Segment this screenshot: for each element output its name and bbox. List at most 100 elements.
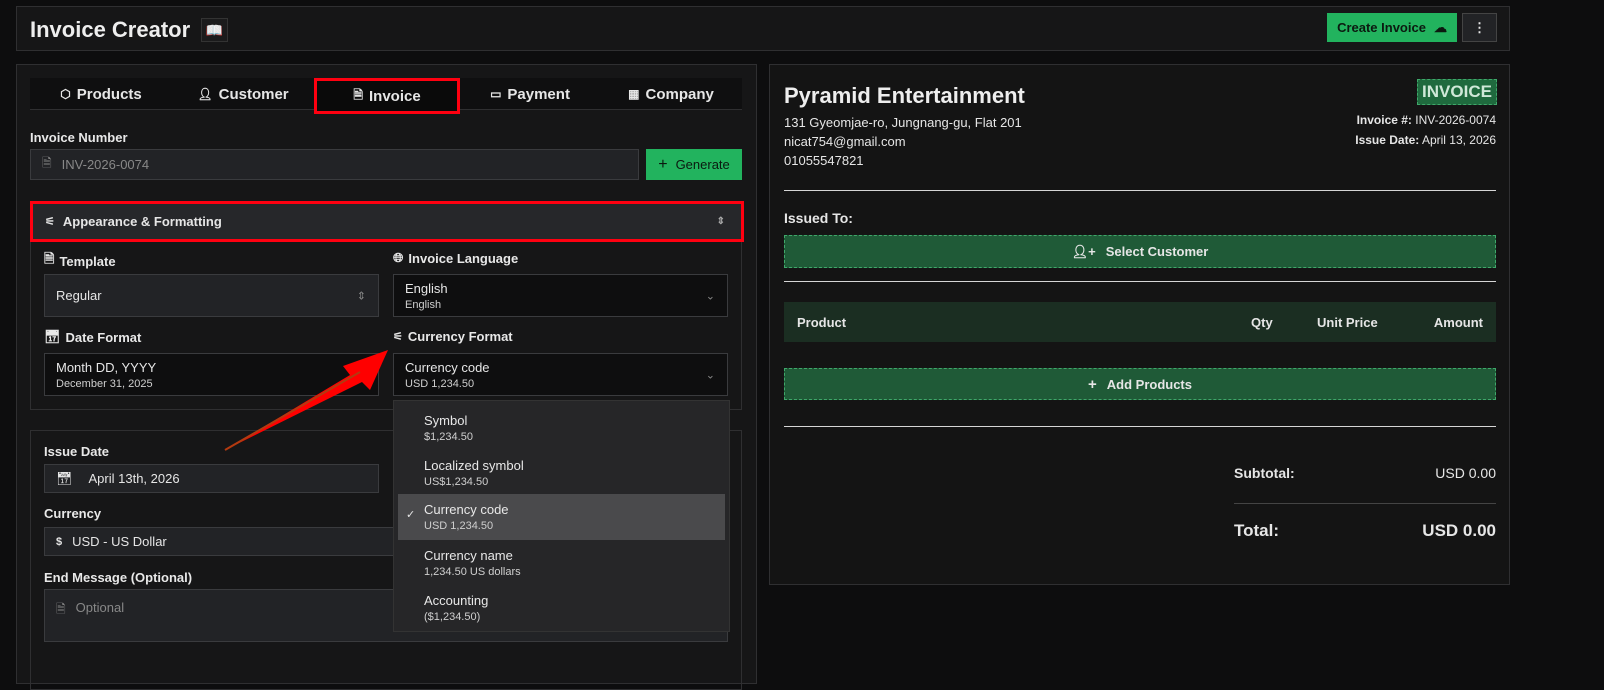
tab-label: Invoice bbox=[368, 87, 421, 105]
document-icon: 🗎 bbox=[56, 602, 66, 616]
total-value: USD 0.00 bbox=[1422, 521, 1496, 540]
document-icon: 🗎 bbox=[353, 87, 363, 102]
arrow-shaft bbox=[224, 371, 361, 451]
currency-format-select[interactable]: Currency code USD 1,234.50 ⌄ bbox=[393, 353, 728, 396]
option-label: Currency code bbox=[424, 502, 509, 517]
plus-icon: + bbox=[1088, 375, 1097, 393]
issued-to-label: Issued To: bbox=[784, 210, 853, 226]
app-title: Invoice Creator bbox=[30, 17, 191, 42]
date-format-label: 📅︎ Date Format bbox=[44, 329, 141, 345]
currency-label: Currency bbox=[44, 506, 102, 521]
col-qty: Qty bbox=[1251, 315, 1273, 330]
invoice-language-select[interactable]: English English ⌄ bbox=[393, 274, 728, 317]
option-currency-name[interactable]: Currency name 1,234.50 US dollars bbox=[398, 541, 725, 585]
label-text: Template bbox=[59, 253, 116, 269]
end-message-label: End Message (Optional) bbox=[44, 570, 193, 585]
card-icon: ▭ bbox=[490, 87, 502, 101]
add-products-label: Add Products bbox=[1106, 376, 1192, 392]
invoice-number-key: Invoice #: bbox=[1356, 113, 1412, 127]
book-icon[interactable]: 📖 bbox=[201, 18, 228, 42]
items-table-header: Product Qty Unit Price Amount bbox=[784, 302, 1496, 342]
issue-date-line: Issue Date: April 13, 2026 bbox=[1355, 133, 1496, 147]
appearance-formatting-toggle[interactable]: ⚟ Appearance & Formatting ⇕ bbox=[30, 201, 744, 242]
date-format-value: Month DD, YYYY bbox=[56, 359, 157, 375]
invoice-badge: INVOICE bbox=[1417, 79, 1497, 105]
add-products-button[interactable]: + Add Products bbox=[784, 368, 1496, 400]
invoice-number-line: Invoice #: INV-2026-0074 bbox=[1357, 113, 1496, 127]
option-example: 1,234.50 US dollars bbox=[424, 566, 521, 578]
option-label: Localized symbol bbox=[424, 458, 524, 473]
currency-value: USD - US Dollar bbox=[72, 534, 167, 549]
document-icon: 🗎 bbox=[44, 251, 55, 266]
chevron-updown-icon: ⇕ bbox=[356, 290, 366, 302]
divider bbox=[784, 190, 1496, 191]
option-label: Symbol bbox=[424, 413, 468, 428]
invoice-language-label: 🌐︎ Invoice Language bbox=[393, 250, 518, 266]
generate-label: Generate bbox=[675, 157, 730, 172]
issue-date-key: Issue Date: bbox=[1355, 133, 1420, 147]
option-currency-code[interactable]: ✓ Currency code USD 1,234.50 bbox=[398, 494, 725, 540]
col-product: Product bbox=[797, 315, 847, 330]
currency-format-label: ⚟ Currency Format bbox=[393, 329, 513, 344]
invoice-number-label: Invoice Number bbox=[30, 130, 128, 145]
calendar-icon: 📅︎ bbox=[44, 329, 61, 344]
create-invoice-button[interactable]: Create Invoice ☁ bbox=[1327, 13, 1457, 42]
invoice-number-input[interactable]: 🗎 INV-2026-0074 bbox=[30, 149, 639, 180]
col-unit-price: Unit Price bbox=[1317, 315, 1378, 330]
annotation-arrow bbox=[224, 350, 388, 451]
invoice-number-placeholder: INV-2026-0074 bbox=[61, 157, 150, 172]
globe-icon: 🌐︎ bbox=[393, 250, 404, 265]
end-message-placeholder: Optional bbox=[75, 600, 125, 615]
tab-invoice[interactable]: 🗎 Invoice bbox=[314, 78, 460, 114]
option-example: $1,234.50 bbox=[424, 431, 473, 443]
chevron-updown-icon: ⇕ bbox=[716, 216, 725, 227]
select-customer-label: Select Customer bbox=[1105, 244, 1209, 259]
generate-button[interactable]: + Generate bbox=[646, 149, 742, 180]
option-localized-symbol[interactable]: Localized symbol US$1,234.50 bbox=[398, 451, 725, 495]
invoice-number-value: INV-2026-0074 bbox=[1415, 113, 1496, 127]
tab-customer[interactable]: 👤︎ Customer bbox=[172, 78, 314, 110]
create-invoice-label: Create Invoice bbox=[1337, 20, 1426, 35]
company-phone: 01055547821 bbox=[784, 153, 864, 168]
company-name: Pyramid Entertainment bbox=[784, 83, 1025, 108]
subtotal-value: USD 0.00 bbox=[1435, 465, 1496, 481]
select-customer-button[interactable]: 👤︎+ Select Customer bbox=[784, 235, 1496, 268]
more-menu-button[interactable]: ⋮ bbox=[1462, 13, 1497, 42]
calendar-icon: 📅︎ bbox=[56, 470, 73, 486]
tab-products[interactable]: ⬡ Products bbox=[30, 78, 172, 110]
tab-company[interactable]: ▦ Company bbox=[600, 78, 742, 110]
option-accounting[interactable]: Accounting ($1,234.50) bbox=[398, 586, 725, 630]
user-plus-icon: 👤︎+ bbox=[1071, 243, 1096, 259]
currency-format-value: Currency code bbox=[405, 359, 490, 375]
company-address: 131 Gyeomjae-ro, Jungnang-gu, Flat 201 bbox=[784, 115, 1022, 130]
label-text: Invoice Language bbox=[408, 250, 519, 266]
option-symbol[interactable]: Symbol $1,234.50 bbox=[398, 406, 725, 450]
template-label: 🗎 Template bbox=[44, 250, 116, 272]
language-sub: English bbox=[405, 298, 442, 311]
option-example: ($1,234.50) bbox=[424, 611, 481, 623]
tab-label: Customer bbox=[218, 85, 289, 103]
sliders-icon: ⚟ bbox=[45, 216, 55, 228]
tab-label: Products bbox=[76, 85, 142, 103]
divider bbox=[784, 426, 1496, 427]
building-icon: ▦ bbox=[628, 87, 640, 101]
user-icon: 👤︎ bbox=[197, 87, 213, 101]
company-email: nicat754@gmail.com bbox=[784, 134, 906, 149]
box-icon: ⬡ bbox=[60, 87, 71, 101]
divider bbox=[1234, 503, 1496, 504]
check-icon: ✓ bbox=[406, 509, 416, 521]
template-select[interactable]: Regular ⇕ bbox=[44, 274, 379, 317]
option-label: Accounting bbox=[424, 593, 489, 608]
language-value: English bbox=[405, 280, 448, 296]
option-label: Currency name bbox=[424, 548, 513, 563]
chevron-down-icon: ⌄ bbox=[705, 369, 715, 381]
plus-icon: + bbox=[658, 155, 668, 173]
tab-label: Payment bbox=[507, 85, 570, 103]
divider bbox=[784, 281, 1496, 282]
tab-payment[interactable]: ▭ Payment bbox=[460, 78, 600, 110]
document-icon: 🗎 bbox=[42, 156, 52, 170]
currency-format-sub: USD 1,234.50 bbox=[405, 377, 475, 390]
issue-date-value: April 13, 2026 bbox=[1421, 133, 1496, 147]
option-example: USD 1,234.50 bbox=[424, 520, 494, 532]
subtotal-label: Subtotal: bbox=[1234, 465, 1295, 481]
